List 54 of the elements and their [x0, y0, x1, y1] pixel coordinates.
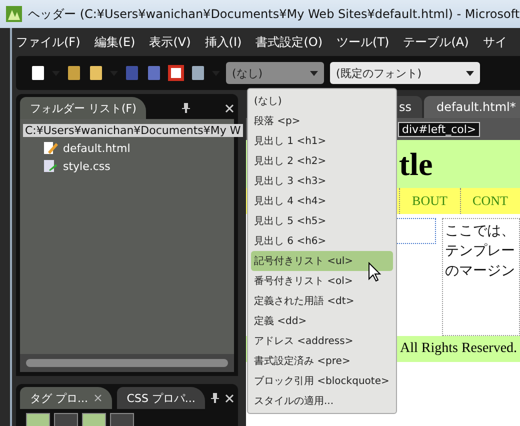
tree-item[interactable]: C:¥Users¥wanichan¥Documents¥My W: [23, 124, 243, 136]
page-pencil-icon: [42, 140, 58, 156]
footer-text: All Rights Reserved.: [400, 341, 518, 357]
body-text: のマージン: [445, 262, 516, 281]
menu-option[interactable]: 番号付きリスト <ol>: [251, 271, 393, 291]
pin-icon[interactable]: [180, 103, 191, 113]
horizontal-scrollbar[interactable]: [20, 354, 234, 372]
menu-item[interactable]: ファイル(F): [16, 34, 80, 50]
toolbar-button[interactable]: [54, 413, 78, 426]
body-text: ここでは、: [445, 222, 516, 241]
body-text: テンプレー: [445, 242, 516, 261]
menu-option[interactable]: 見出し 4 <h4>: [251, 191, 393, 211]
menu-item[interactable]: 表示(V): [149, 34, 191, 50]
tree-item[interactable]: default.html: [61, 142, 132, 154]
app-logo-icon: [6, 6, 22, 22]
close-icon[interactable]: [224, 394, 234, 402]
new-page-icon[interactable]: [30, 65, 46, 81]
menu-item[interactable]: 挿入(I): [204, 34, 242, 50]
menu-option[interactable]: 記号付きリスト <ul>: [251, 251, 393, 271]
caret-icon: [310, 70, 318, 76]
menu-option[interactable]: 定義された用語 <dt>: [251, 291, 393, 311]
menu-item[interactable]: ツール(T): [336, 34, 390, 50]
font-select[interactable]: (既定のフォント): [330, 62, 480, 84]
menu-option[interactable]: スタイルの適用...: [251, 391, 393, 411]
document-tab[interactable]: default.html*: [424, 96, 520, 118]
nav-link[interactable]: BOUT: [399, 188, 460, 214]
caret-icon: [466, 70, 474, 76]
menu-item[interactable]: サイ: [482, 34, 507, 50]
menu-option[interactable]: 書式設定済み <pre>: [251, 351, 393, 371]
menu-item[interactable]: 編集(E): [94, 34, 136, 50]
menu-option[interactable]: 見出し 1 <h1>: [251, 131, 393, 151]
menu-option[interactable]: 見出し 6 <h6>: [251, 231, 393, 251]
close-icon[interactable]: [224, 104, 234, 112]
page-brush-icon: [42, 158, 58, 174]
toolbar-button[interactable]: [110, 413, 134, 426]
menu-option[interactable]: ブロック引用 <blockquote>: [251, 371, 393, 391]
menu-option[interactable]: 見出し 3 <h3>: [251, 171, 393, 191]
menu-option[interactable]: 見出し 5 <h5>: [251, 211, 393, 231]
menu-option[interactable]: 見出し 2 <h2>: [251, 151, 393, 171]
breadcrumb-tag[interactable]: div#left_col>: [398, 122, 480, 136]
menu-option[interactable]: アドレス <address>: [251, 331, 393, 351]
menu-item[interactable]: 書式設定(O): [256, 34, 323, 50]
window-title: ヘッダー (C:¥Users¥wanichan¥Documents¥My Web Sites¥default.html) - Microsoft: [28, 6, 520, 22]
style-select[interactable]: (なし): [226, 62, 324, 84]
panel-tab[interactable]: タグ プロ...: [20, 387, 112, 409]
panel-tab[interactable]: フォルダー リスト(F): [20, 97, 146, 119]
page-heading: tle: [399, 146, 433, 182]
menu-option[interactable]: 定義 <dd>: [251, 311, 393, 331]
tree-item[interactable]: style.css: [61, 160, 112, 172]
panel-tab[interactable]: CSS プロパ...: [116, 387, 206, 409]
nav-link[interactable]: CONT: [460, 188, 520, 214]
mouse-cursor-icon: [368, 262, 382, 282]
pin-icon[interactable]: [210, 393, 220, 403]
menu-item[interactable]: テーブル(A): [403, 34, 469, 50]
